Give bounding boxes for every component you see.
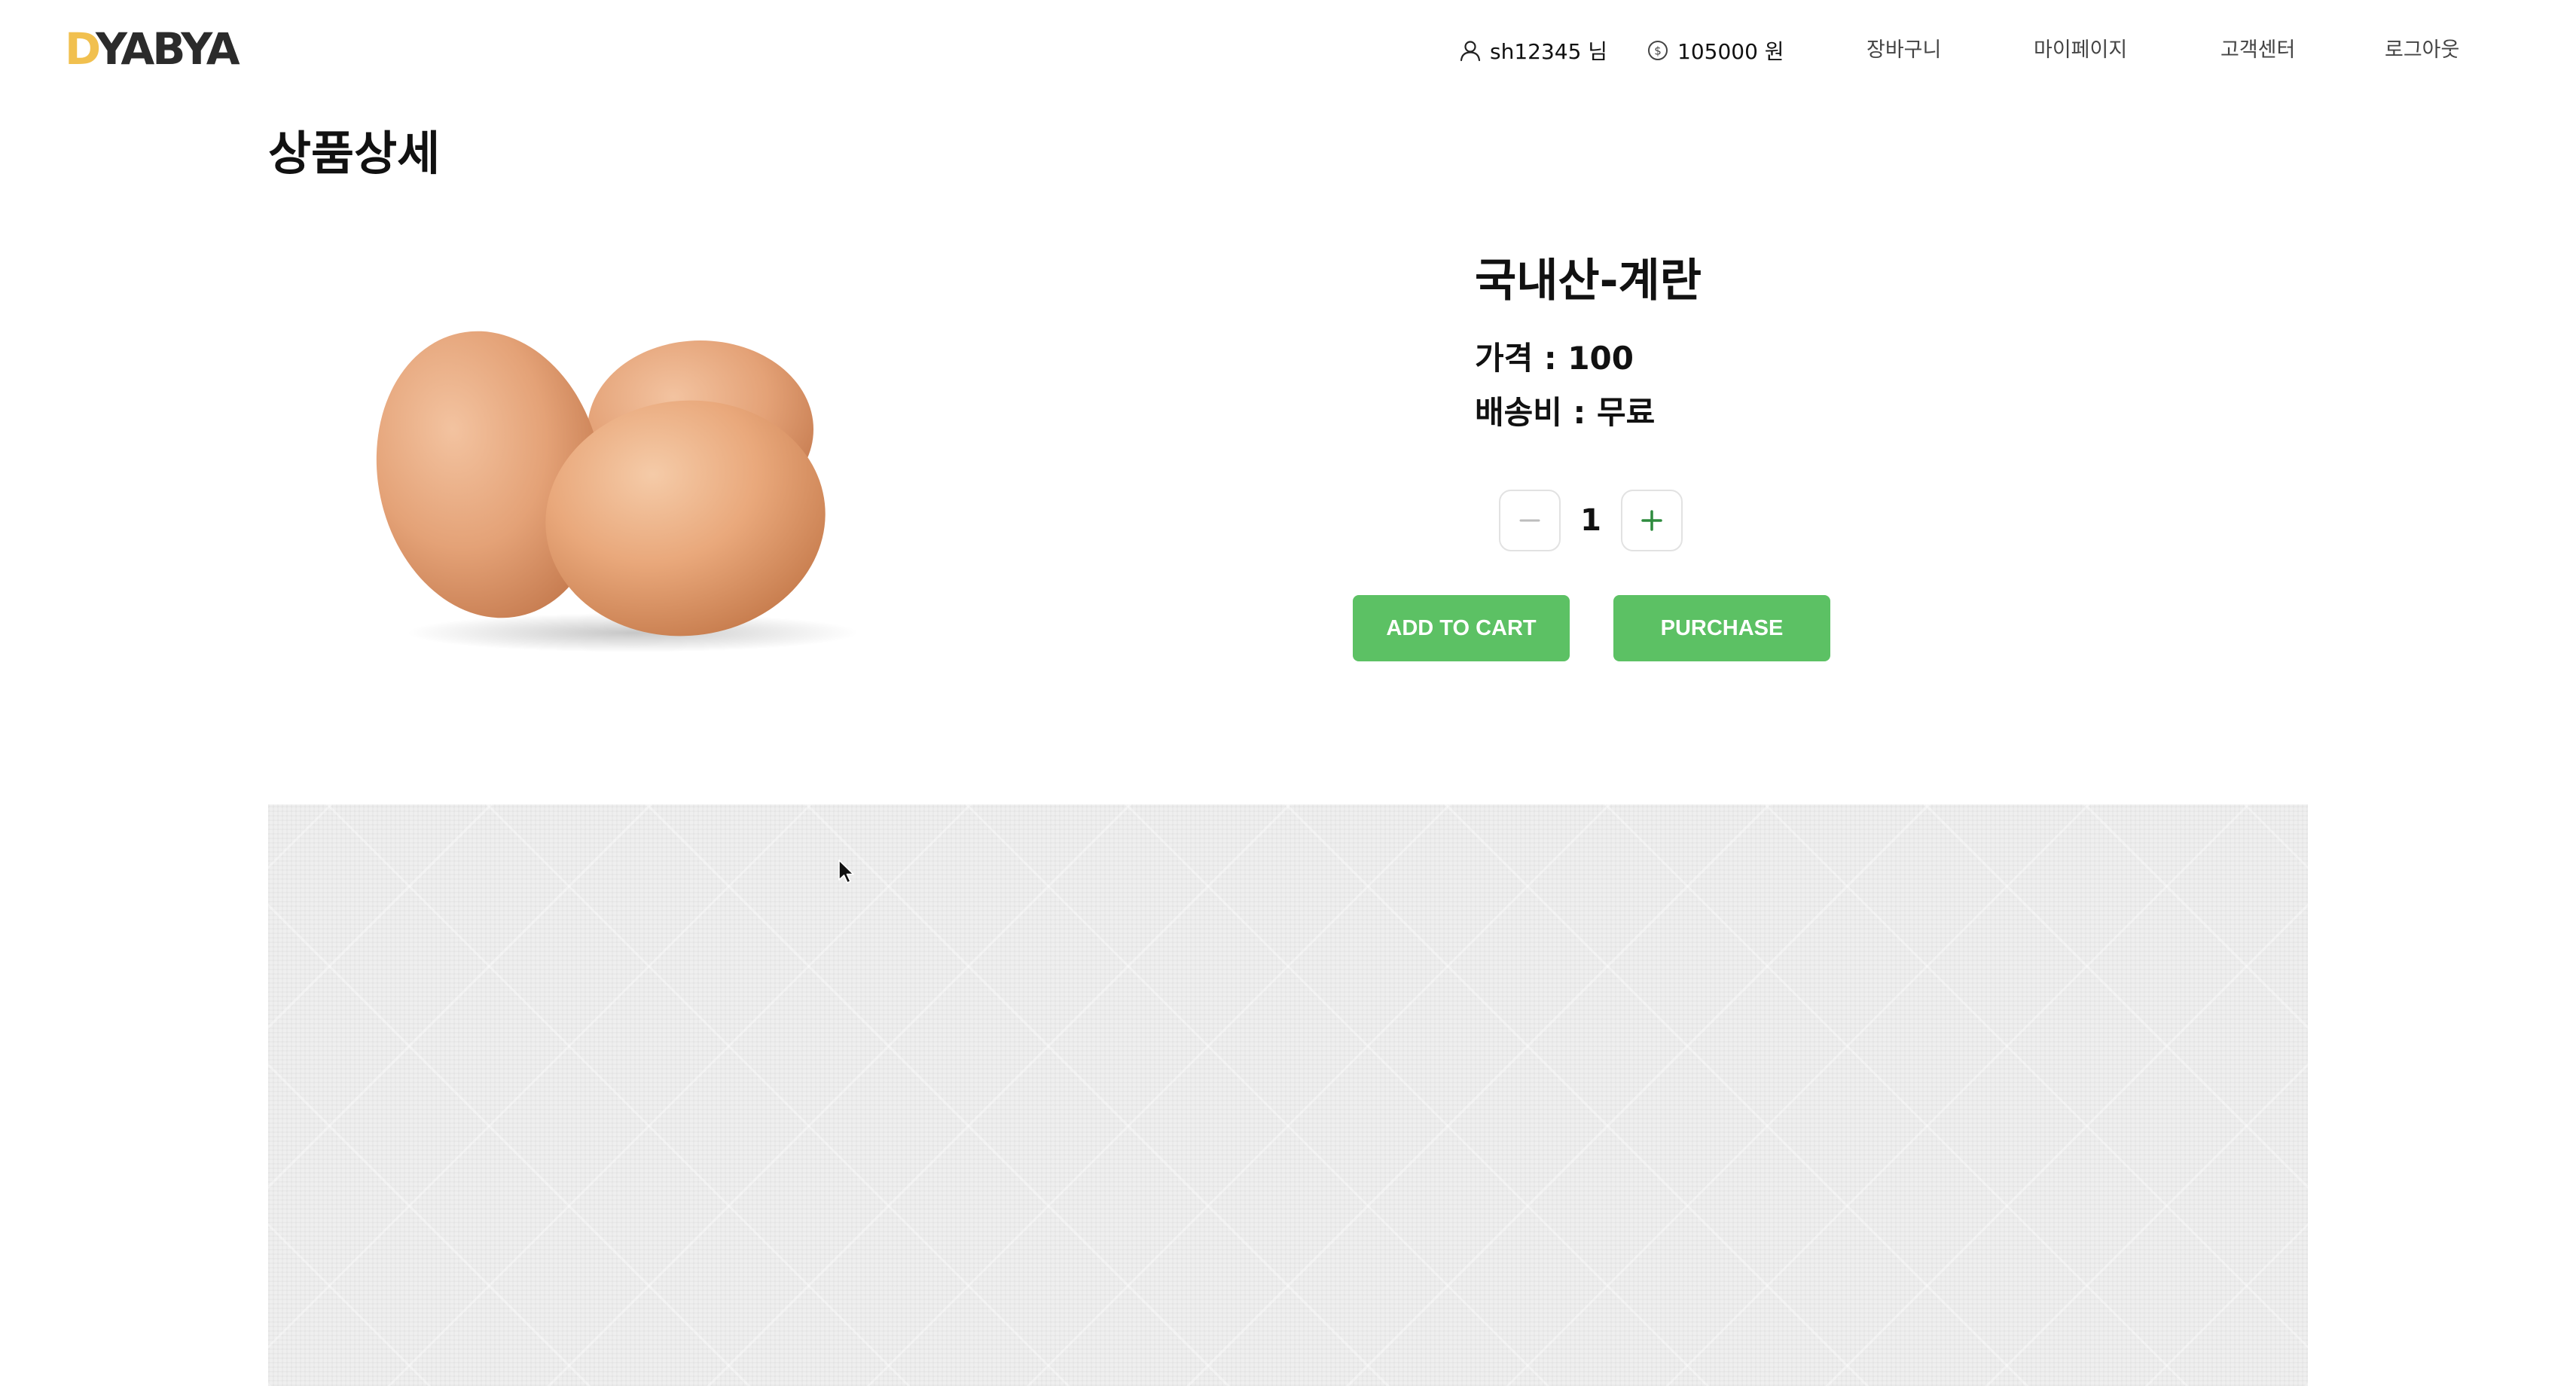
nav-cart-link[interactable]: 장바구니 (1866, 32, 1941, 69)
plus-icon (1641, 510, 1662, 531)
coin-icon: $ (1648, 41, 1668, 60)
mouse-cursor-icon (838, 859, 854, 884)
product-shipping: 배송비 : 무료 (1475, 394, 1656, 431)
minus-icon (1519, 519, 1540, 522)
product-name: 국내산-계란 (1475, 255, 1702, 307)
site-logo[interactable]: DYABYA (65, 23, 240, 75)
svg-text:$: $ (1654, 44, 1662, 58)
quantity-decrease-button[interactable] (1499, 490, 1561, 551)
nav-mypage-link[interactable]: 마이페이지 (2034, 32, 2127, 69)
product-image (376, 331, 859, 652)
add-to-cart-button[interactable]: ADD TO CART (1353, 595, 1570, 661)
product-detail-image (268, 804, 2308, 1386)
user-icon (1460, 41, 1481, 62)
quantity-stepper: 1 (1499, 490, 1684, 551)
logo-text: YABYA (95, 23, 240, 75)
coin-balance: $ 105000 원 (1646, 32, 1784, 69)
logo-letter-d: D (65, 23, 98, 75)
page-title: 상품상세 (268, 126, 441, 181)
coin-amount: 105000 원 (1677, 39, 1784, 64)
user-name: sh12345 님 (1490, 39, 1608, 64)
product-detail-page: DYABYA sh12345 님 $ 105000 원 장바구니 마이페이지 고… (0, 0, 2576, 1386)
top-header: DYABYA sh12345 님 $ 105000 원 장바구니 마이페이지 고… (0, 0, 2576, 98)
quantity-value: 1 (1580, 503, 1601, 538)
product-price: 가격 : 100 (1475, 340, 1634, 377)
quantity-increase-button[interactable] (1621, 490, 1683, 551)
user-info: sh12345 님 (1458, 32, 1607, 69)
nav-support-link[interactable]: 고객센터 (2220, 32, 2295, 69)
purchase-button[interactable]: PURCHASE (1613, 595, 1830, 661)
nav-logout-link[interactable]: 로그아웃 (2385, 32, 2459, 69)
